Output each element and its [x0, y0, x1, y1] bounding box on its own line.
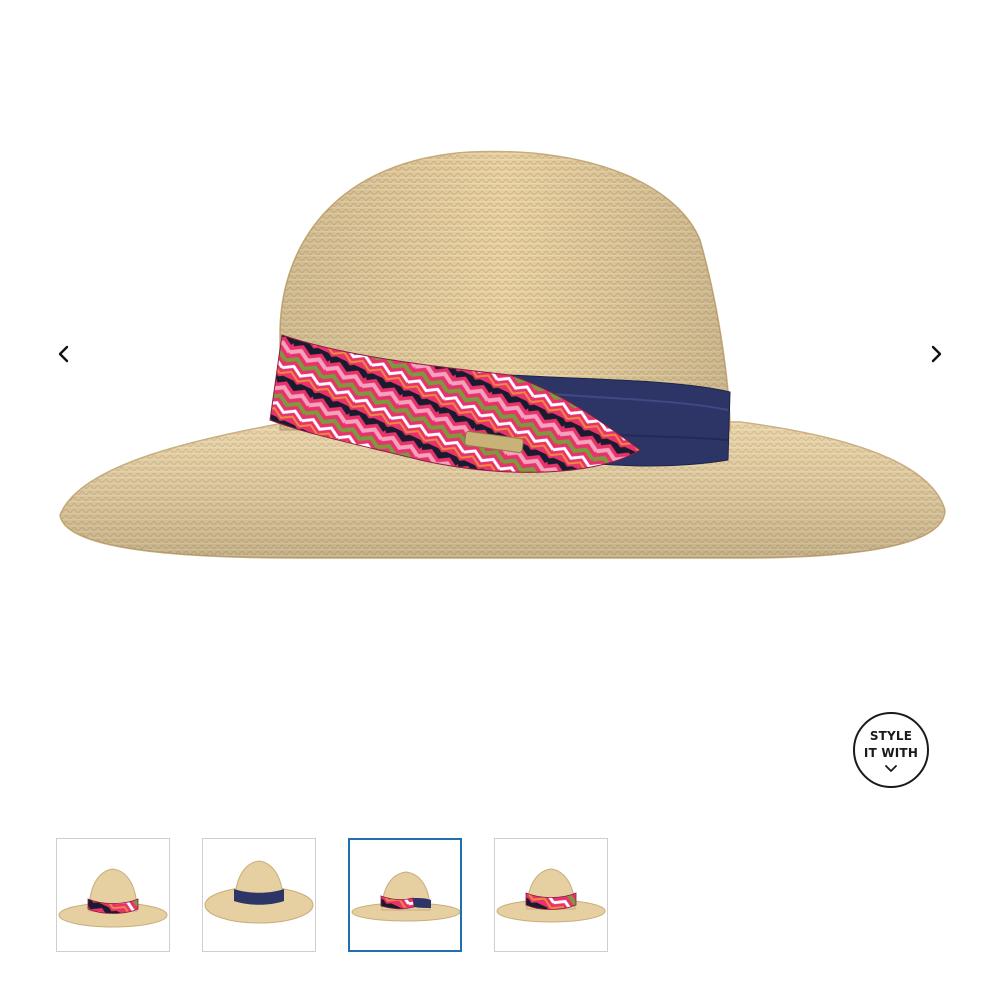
style-it-with-line2: IT WITH: [863, 745, 919, 760]
chevron-down-icon: [885, 764, 897, 772]
chevron-right-icon: [931, 345, 942, 363]
product-gallery: STYLE IT WITH: [0, 0, 1000, 800]
chevron-left-icon: [58, 345, 69, 363]
thumbnail-three-quarter[interactable]: [494, 838, 608, 952]
previous-image-button[interactable]: [46, 336, 82, 372]
thumbnail-side-image: [351, 871, 460, 922]
next-image-button[interactable]: [918, 336, 954, 372]
style-it-with-line1: STYLE: [869, 728, 913, 743]
thumbnail-front[interactable]: [56, 838, 170, 952]
thumbnail-back-image: [204, 860, 314, 924]
thumbnail-side[interactable]: [348, 838, 462, 952]
main-product-image: [59, 150, 946, 559]
thumbnail-back[interactable]: [202, 838, 316, 952]
style-it-with-button[interactable]: STYLE IT WITH: [853, 712, 929, 788]
thumbnail-front-image: [58, 868, 168, 928]
thumbnail-three-quarter-image: [496, 868, 606, 923]
thumbnail-strip: [56, 838, 616, 954]
